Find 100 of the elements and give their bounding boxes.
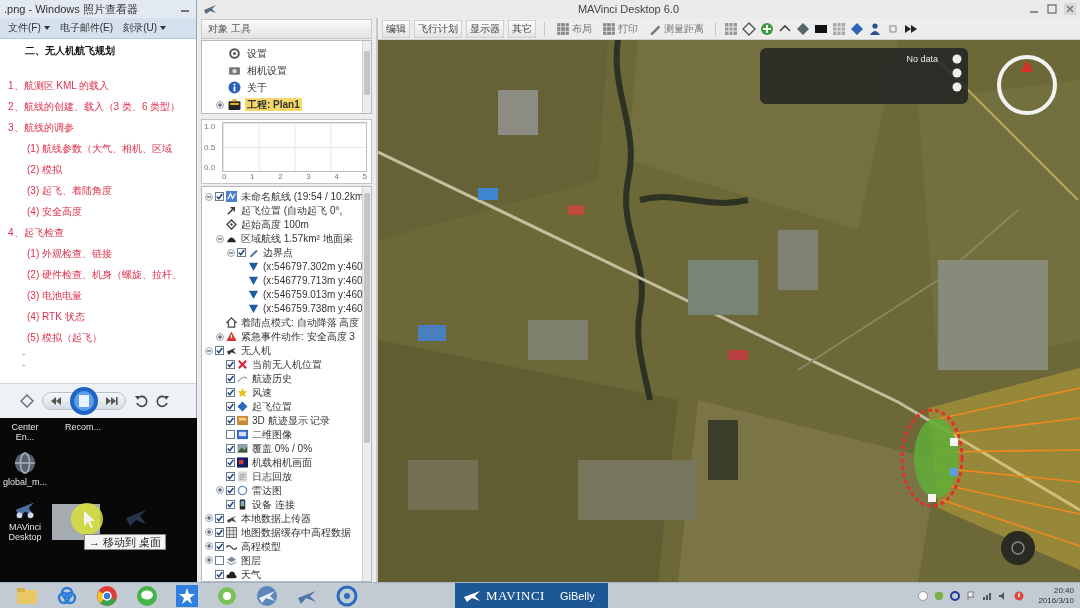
tree-item[interactable]: 图层 <box>239 553 263 567</box>
tree-item[interactable]: 高程模型 <box>239 539 283 553</box>
expand-toggle-icon[interactable] <box>216 100 224 109</box>
tree-item[interactable]: (x:546779.713m y:460 <box>261 274 362 288</box>
tree-item[interactable]: 雷达图 <box>250 483 284 497</box>
rotate-right-icon[interactable] <box>156 394 170 408</box>
menu-item[interactable]: 文件(F) <box>8 21 50 35</box>
checkbox[interactable] <box>215 192 224 202</box>
toolbar-button[interactable]: 测量距离 <box>645 21 707 36</box>
expand-toggle-icon[interactable] <box>216 332 224 341</box>
menu-item[interactable]: 刻录(U) <box>123 21 166 35</box>
tree-item[interactable]: 工程: Plan1 <box>245 98 302 111</box>
checkbox[interactable] <box>215 527 224 537</box>
scrollbar-thumb[interactable] <box>364 193 370 443</box>
toolbar-menu-button[interactable]: 其它 <box>508 19 536 38</box>
tree-item[interactable]: 设置 <box>245 47 269 60</box>
checkbox[interactable] <box>226 360 235 370</box>
rotate-left-icon[interactable] <box>134 394 148 408</box>
checkbox[interactable] <box>226 499 235 509</box>
slideshow-icon[interactable] <box>69 386 99 416</box>
chat-icon[interactable] <box>136 584 158 607</box>
plane-icon[interactable] <box>256 584 278 607</box>
menu-item[interactable]: 电子邮件(E) <box>59 21 114 35</box>
tree-item[interactable]: 机载相机画面 <box>250 455 314 469</box>
taskbar-app-button[interactable]: MAVINCI GiBelly <box>455 582 608 608</box>
checkbox[interactable] <box>226 471 235 481</box>
tree-item[interactable]: 覆盖 0% / 0% <box>250 441 315 455</box>
diamond-icon[interactable] <box>796 21 810 36</box>
tree-item[interactable]: 无人机 <box>239 344 273 358</box>
checkbox[interactable] <box>215 513 224 523</box>
tree-item[interactable]: 日志回放 <box>250 469 294 483</box>
toolbar-menu-button[interactable]: 显示器 <box>466 19 504 38</box>
tree-item[interactable]: 起始高度 100m <box>239 218 311 232</box>
maximize-icon[interactable] <box>1046 3 1058 15</box>
checkbox[interactable] <box>226 374 235 384</box>
desktop-icon-label[interactable]: MAVinci Desktop <box>3 522 47 542</box>
expand-toggle-icon[interactable] <box>205 528 213 537</box>
diamond-icon[interactable] <box>742 21 756 36</box>
checkbox[interactable] <box>226 429 235 439</box>
collapse-toggle-icon[interactable] <box>216 234 224 243</box>
alert-icon[interactable] <box>1014 590 1025 601</box>
tree-item[interactable]: 设备 连接 <box>250 497 297 511</box>
tree-item[interactable]: 紧急事件动作: 安全高度 3 <box>239 330 357 344</box>
scrollbar[interactable] <box>362 41 371 113</box>
checkbox[interactable] <box>215 346 224 356</box>
cloud-rings-icon[interactable] <box>56 584 78 607</box>
tree-item[interactable]: (x:546759.738m y:460 <box>261 302 362 316</box>
tree-item[interactable]: 区域航线 1.57km² 地面采 <box>239 232 355 246</box>
flag-icon[interactable] <box>966 590 977 601</box>
ring-icon[interactable] <box>950 590 961 601</box>
ring-icon[interactable] <box>336 584 358 607</box>
tree-item[interactable]: 本地数据上传器 <box>239 511 313 525</box>
diamond-icon[interactable] <box>20 394 34 408</box>
expand-toggle-icon[interactable] <box>216 486 224 495</box>
desktop-icon-label[interactable]: Center En... <box>3 422 47 442</box>
tree-item[interactable]: 关于 <box>245 81 269 94</box>
dial-icon[interactable] <box>1000 530 1036 566</box>
checkbox[interactable] <box>226 485 235 495</box>
tree-item[interactable]: 相机设置 <box>245 64 289 77</box>
tree-item[interactable]: 天气 <box>239 567 263 581</box>
next-icon[interactable] <box>105 394 119 408</box>
star-icon[interactable] <box>176 584 198 607</box>
compass-icon[interactable] <box>996 54 1058 116</box>
close-icon[interactable] <box>1064 3 1076 15</box>
tree-item[interactable]: (x:546797.302m y:460 <box>261 260 362 274</box>
toolbar-menu-button[interactable]: 飞行计划 <box>414 19 462 38</box>
tree-item[interactable]: 3D 航迹显示 记录 <box>250 414 333 427</box>
browser-icon[interactable] <box>96 584 118 607</box>
toolbar-menu-button[interactable]: 编辑 <box>382 19 410 38</box>
toolbar-button[interactable]: 打印 <box>599 21 641 36</box>
tree-item[interactable]: 地图数据缓存中高程数据 <box>239 525 353 539</box>
tree-item[interactable]: (x:546759.013m y:460 <box>261 288 362 302</box>
tree-item[interactable]: 未命名航线 (19:54 / 10.2km <box>239 190 362 204</box>
toolbar-button[interactable]: 布局 <box>553 21 595 36</box>
expand-toggle-icon[interactable] <box>205 556 213 565</box>
plus-icon[interactable] <box>760 21 774 36</box>
diamond-icon[interactable] <box>850 21 864 36</box>
tree-item[interactable]: 起飞位置 (自动起飞 0°, <box>239 204 345 218</box>
tree-item[interactable]: 当前无人机位置 <box>250 358 324 372</box>
collapse-toggle-icon[interactable] <box>205 193 213 201</box>
collapse-toggle-icon[interactable] <box>227 248 235 257</box>
tree-item[interactable]: 航迹历史 <box>250 372 294 386</box>
checkbox[interactable] <box>215 555 224 565</box>
panel-header[interactable]: 对象 工具 <box>201 19 372 39</box>
checkbox[interactable] <box>237 248 246 258</box>
desktop-icon-label[interactable]: global_m... <box>3 477 47 487</box>
previous-icon[interactable] <box>49 394 63 408</box>
scrollbar[interactable] <box>362 187 371 581</box>
desktop-icon-label[interactable]: Recom... <box>65 422 101 432</box>
tree-item[interactable]: 起飞位置 <box>250 400 294 413</box>
checkbox[interactable] <box>226 388 235 398</box>
expand-toggle-icon[interactable] <box>205 542 213 551</box>
expand-toggle-icon[interactable] <box>205 514 213 523</box>
tree-item[interactable]: 风速 <box>250 386 274 400</box>
checkbox[interactable] <box>215 569 224 579</box>
tree-item[interactable]: 着陆点模式: 自动降落 高度 <box>239 316 362 330</box>
collapse-toggle-icon[interactable] <box>205 346 213 355</box>
tree-item[interactable]: 二维图像 <box>250 427 294 441</box>
checkbox[interactable] <box>226 402 235 411</box>
checkbox[interactable] <box>226 443 235 453</box>
